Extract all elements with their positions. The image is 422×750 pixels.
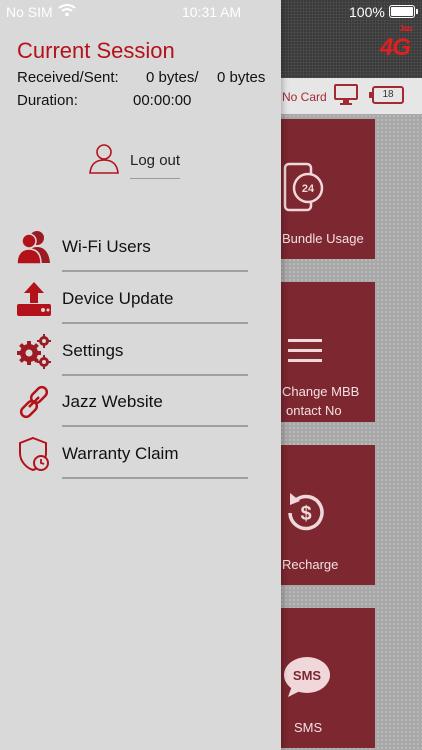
user-icon <box>89 144 119 174</box>
sent-value: 0 bytes <box>217 69 266 86</box>
svg-text:$: $ <box>300 503 311 525</box>
logout-button[interactable]: Log out <box>88 142 198 182</box>
menu-divider <box>62 477 248 479</box>
tile-label: SMS <box>294 720 323 735</box>
menu-item-warranty-claim[interactable]: Warranty Claim <box>0 426 281 479</box>
menu-label: Settings <box>62 341 124 360</box>
logout-label: Log out <box>130 152 181 169</box>
upload-icon <box>17 282 51 316</box>
link-icon <box>19 385 49 419</box>
received-sent-label: Received/Sent: <box>17 69 119 86</box>
monitor-icon <box>334 84 358 105</box>
wifi-icon <box>58 4 76 17</box>
duration-label: Duration: <box>17 92 78 109</box>
users-icon <box>16 231 50 265</box>
clock: 10:31 AM <box>182 4 242 20</box>
phone-24-icon: 24 <box>283 162 324 212</box>
device-battery-icon: 18 <box>369 86 404 104</box>
menu-label: Device Update <box>62 289 174 308</box>
dollar-refresh-icon: $ <box>288 493 324 531</box>
tile-label: Bundle Usage <box>282 231 364 246</box>
svg-text:24: 24 <box>302 183 315 195</box>
tile-label: Recharge <box>282 557 339 572</box>
status-bar: No SIM 10:31 AM 100% <box>0 0 422 24</box>
app-logo: 4G Jazz <box>379 24 413 61</box>
menu-label: Wi-Fi Users <box>62 237 151 256</box>
menu-label: Jazz Website <box>62 392 163 411</box>
session-title: Current Session <box>17 38 175 63</box>
shield-clock-icon <box>19 436 49 472</box>
svg-text:SMS: SMS <box>293 668 322 683</box>
menu-item-device-update[interactable]: Device Update <box>0 271 281 324</box>
hamburger-icon <box>288 339 322 362</box>
menu-label: Warranty Claim <box>62 444 179 463</box>
sms-bubble-icon: SMS <box>284 657 330 697</box>
side-drawer: Current Session Received/Sent: 0 bytes/ … <box>0 0 281 750</box>
duration-value: 00:00:00 <box>133 92 192 109</box>
tile-label: Change MBB <box>282 384 360 399</box>
sim-status: No Card <box>282 90 327 104</box>
gears-icon <box>17 334 51 369</box>
menu-item-wifi-users[interactable]: Wi-Fi Users <box>0 219 281 272</box>
logout-underline <box>130 178 180 179</box>
received-value: 0 bytes/ <box>146 69 199 86</box>
battery-icon <box>389 5 418 18</box>
menu-item-settings[interactable]: Settings <box>0 323 281 376</box>
tile-label: ontact No <box>286 403 342 418</box>
menu-item-jazz-website[interactable]: Jazz Website <box>0 374 281 427</box>
carrier-label: No SIM <box>6 4 53 20</box>
battery-percent: 100% <box>349 4 385 20</box>
